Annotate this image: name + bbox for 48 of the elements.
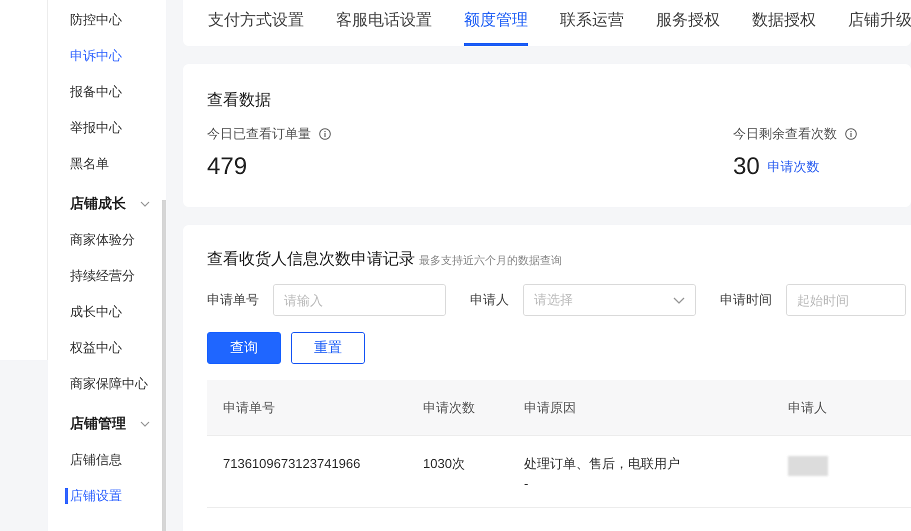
- search-button[interactable]: 查询: [207, 332, 281, 364]
- group-header[interactable]: 店铺成长: [48, 184, 166, 224]
- table-cell-text: 1030次: [422, 455, 466, 473]
- sidebar-item[interactable]: 黑名单: [48, 148, 166, 184]
- date-field[interactable]: 起始时间: [786, 284, 906, 316]
- stat-value: 30: [733, 153, 760, 181]
- column-header: 申请人: [787, 398, 828, 416]
- input-field[interactable]: 请输入: [273, 284, 446, 316]
- stat-label: 今日已查看订单量: [207, 125, 311, 143]
- apply-link[interactable]: 申请次数: [768, 158, 820, 176]
- tab[interactable]: 服务授权: [656, 10, 720, 46]
- sidebar-item[interactable]: 持续经营分: [48, 260, 166, 296]
- scrollbar[interactable]: [162, 200, 166, 531]
- column-header: 申请次数: [422, 398, 476, 416]
- hint-text: 最多支持近六个月的数据查询: [419, 254, 562, 268]
- sidebar-item[interactable]: 权益中心: [48, 332, 166, 368]
- chevron-down-icon: [673, 296, 685, 304]
- column-header: 申请原因: [523, 398, 577, 416]
- column-header: 申请单号: [222, 398, 276, 416]
- tab[interactable]: 支付方式设置: [208, 10, 304, 46]
- section-title: 查看数据: [207, 90, 272, 111]
- chevron-down-icon: [140, 421, 150, 427]
- sidebar-item[interactable]: 申诉中心: [48, 40, 166, 76]
- table-cell-text: 处理订单、售后，电联用户 -: [523, 455, 681, 493]
- sidebar-item[interactable]: 商家保障中心: [48, 368, 166, 404]
- reset-button[interactable]: 重置: [291, 332, 365, 364]
- stat-label: 今日剩余查看次数: [733, 125, 837, 143]
- field-label: 申请单号: [207, 291, 259, 309]
- tab[interactable]: 额度管理: [464, 10, 528, 46]
- sidebar-item[interactable]: 商家体验分: [48, 224, 166, 260]
- info-icon: [845, 128, 857, 140]
- field-label: 申请人: [470, 291, 509, 309]
- field-label: 申请时间: [720, 291, 772, 309]
- sidebar-item[interactable]: 举报中心: [48, 112, 166, 148]
- info-icon: [319, 128, 331, 140]
- section-title: 查看收货人信息次数申请记录: [207, 250, 415, 270]
- sidebar-item[interactable]: 成长中心: [48, 296, 166, 332]
- sidebar-item[interactable]: 店铺设置: [65, 488, 166, 504]
- stat-value: 479: [207, 153, 248, 181]
- group-header[interactable]: 店铺管理: [48, 404, 166, 444]
- chevron-down-icon: [140, 201, 150, 207]
- tab[interactable]: 客服电话设置: [336, 10, 432, 46]
- tab[interactable]: 数据授权: [752, 10, 816, 46]
- tab[interactable]: 联系运营: [560, 10, 624, 46]
- sidebar-item[interactable]: 防控中心: [48, 4, 166, 40]
- sidebar-item[interactable]: 报备中心: [48, 76, 166, 112]
- table-cell-text: 7136109673123741966: [222, 455, 362, 473]
- sidebar-item[interactable]: 店铺信息: [48, 444, 166, 480]
